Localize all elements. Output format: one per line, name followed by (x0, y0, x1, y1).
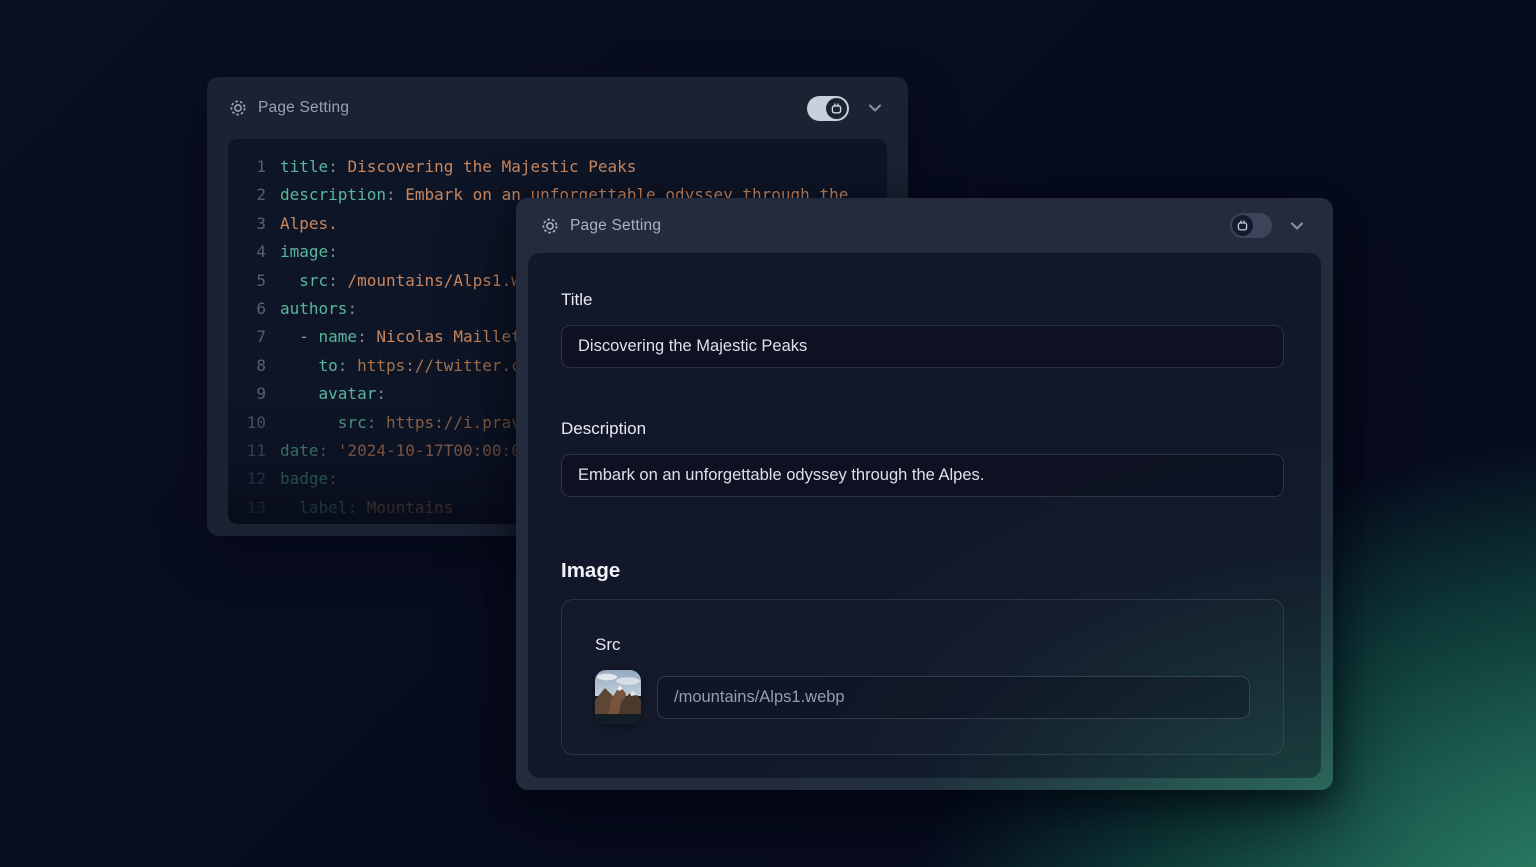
chevron-down-icon[interactable] (1288, 219, 1306, 233)
code-text: Alpes. (280, 210, 338, 238)
src-label: Src (595, 634, 1250, 656)
toggle-knob (826, 98, 847, 119)
code-text: to: https://twitter.c (280, 352, 521, 380)
description-label: Description (561, 418, 1284, 440)
code-text: title: Discovering the Majestic Peaks (280, 153, 636, 181)
line-number: 10 (240, 409, 266, 437)
line-number: 6 (240, 295, 266, 323)
line-number: 3 (240, 210, 266, 238)
panel-title: Page Setting (258, 99, 349, 117)
code-text: badge: (280, 465, 338, 493)
line-number: 5 (240, 267, 266, 295)
line-number: 4 (240, 238, 266, 266)
line-number: 2 (240, 181, 266, 209)
panel-title: Page Setting (570, 217, 661, 235)
image-fieldset: Src (561, 599, 1284, 755)
line-number: 11 (240, 437, 266, 465)
code-line: 1 title: Discovering the Majestic Peaks (240, 153, 887, 181)
line-number: 12 (240, 465, 266, 493)
line-number: 1 (240, 153, 266, 181)
line-number: 13 (240, 494, 266, 522)
line-number: 9 (240, 380, 266, 408)
code-text: authors: (280, 295, 357, 323)
gear-icon (229, 99, 247, 117)
code-text: label: Mountains (280, 494, 453, 522)
page-setting-panel-form: Page Setting Title (516, 198, 1333, 790)
page-setting-form: Title Description Image Src (528, 253, 1321, 778)
image-section-heading: Image (561, 559, 1284, 583)
code-text: date: '2024-10-17T00:00:0 (280, 437, 521, 465)
toggle-knob (1232, 215, 1253, 236)
image-thumbnail[interactable] (595, 670, 641, 724)
desktop-background: Page Setting 1title: (0, 0, 1536, 867)
code-text: src: https://i.prav (280, 409, 521, 437)
code-text: - name: Nicolas Maillet (280, 323, 521, 351)
title-label: Title (561, 289, 1284, 311)
code-text: src: /mountains/Alps1.w (280, 267, 521, 295)
code-text: avatar: (280, 380, 386, 408)
gear-icon (541, 217, 559, 235)
panel-header: Page Setting (516, 198, 1333, 253)
panel-header: Page Setting (207, 77, 908, 139)
line-number: 8 (240, 352, 266, 380)
description-input[interactable] (561, 454, 1284, 497)
title-input[interactable] (561, 325, 1284, 368)
yaml-mode-toggle[interactable] (1230, 213, 1272, 238)
line-number: 7 (240, 323, 266, 351)
chevron-down-icon[interactable] (866, 101, 884, 115)
image-src-input[interactable] (657, 676, 1250, 719)
code-text: image: (280, 238, 338, 266)
yaml-mode-toggle[interactable] (807, 96, 849, 121)
